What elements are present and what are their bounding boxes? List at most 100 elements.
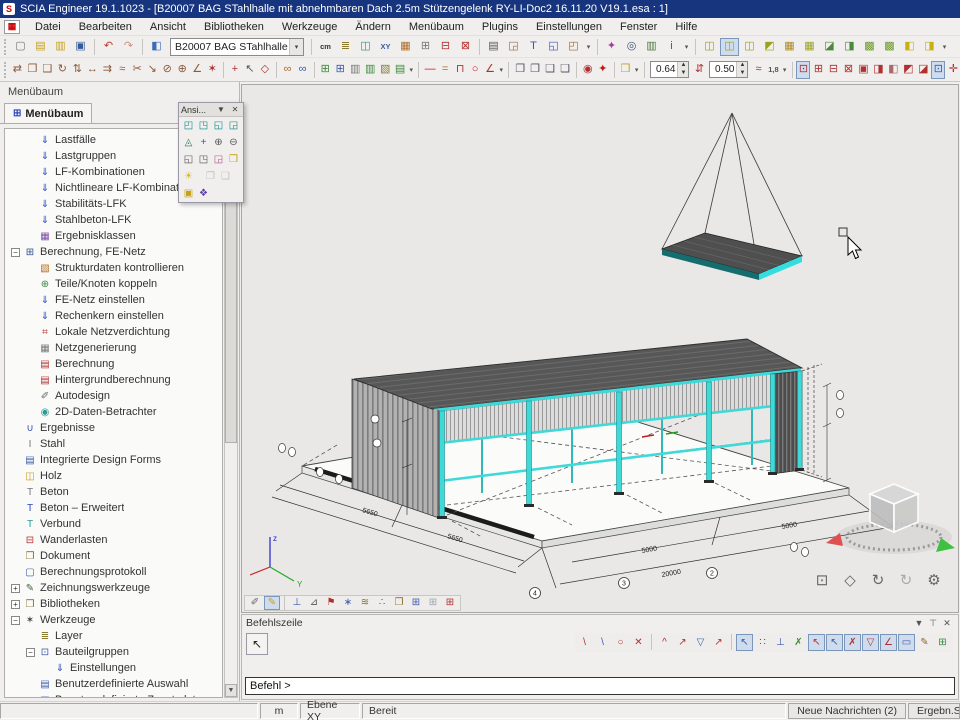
copy-page-icon-3[interactable]: ❑ — [543, 61, 557, 79]
book-icon[interactable]: ❐ — [391, 596, 407, 610]
snap-line-icon[interactable]: \ — [576, 634, 593, 651]
swap-scale-icon[interactable]: ⇵ — [692, 61, 706, 79]
view-window-icon-7[interactable]: ◪ — [820, 38, 839, 56]
open-folder-icon[interactable]: ❒ — [618, 61, 632, 79]
copy-page-icon-2[interactable]: ❐ — [528, 61, 542, 79]
menu-plugins[interactable]: Plugins — [473, 19, 527, 35]
table-edit-icon[interactable]: ▥ — [348, 61, 362, 79]
snap-plane-icon[interactable]: ▭ — [898, 634, 915, 651]
calculation-icon[interactable]: ⊟ — [436, 38, 455, 56]
stretch-icon[interactable]: ↔ — [85, 61, 99, 79]
bend-icon[interactable]: ≈ — [115, 61, 129, 79]
menu-einstellungen[interactable]: Einstellungen — [527, 19, 611, 35]
tree-item-holz[interactable]: ◫Holz — [5, 468, 222, 484]
command-input[interactable] — [246, 680, 954, 692]
light-icon[interactable]: ☀ — [181, 169, 196, 184]
member-view-icon-9[interactable]: ◪ — [916, 61, 930, 79]
snap-vertex-icon[interactable]: ▽ — [862, 634, 879, 651]
import-icon[interactable]: ▥ — [51, 38, 70, 56]
move-icon[interactable]: ⇄ — [10, 61, 24, 79]
menu-datei[interactable]: Datei — [26, 19, 70, 35]
save-icon[interactable]: ▣ — [71, 38, 90, 56]
tree-item-stahlbeton-lfk[interactable]: ⇓Stahlbeton-LFK — [5, 212, 222, 228]
snap-angle-icon[interactable]: ∠ — [880, 634, 897, 651]
open-project-icon[interactable]: ▤ — [31, 38, 50, 56]
tree-item-benutzerdefinierte-zusatzdaten[interactable]: ▨Benutzerdefinierte Zusatzdaten — [5, 692, 222, 698]
tree-item-autodesign[interactable]: ✐Autodesign — [5, 388, 222, 404]
spin-down-icon[interactable]: ▼ — [736, 70, 747, 78]
member-view-icon-1[interactable]: ⊡ — [796, 61, 810, 79]
tree-item-integrierte-design-forms[interactable]: ▤Integrierte Design Forms — [5, 452, 222, 468]
deform-scale-icon[interactable]: ≈ — [751, 61, 765, 79]
status-unit-field[interactable]: m — [260, 703, 298, 719]
search-document-icon[interactable]: ◎ — [622, 38, 641, 56]
tree-item-berechnungsprotokoll[interactable]: ▢Berechnungsprotokoll — [5, 564, 222, 580]
grid-light-icon[interactable]: ⊞ — [425, 596, 441, 610]
calculation2-icon[interactable]: ⊠ — [456, 38, 475, 56]
document-icon[interactable]: ◱ — [544, 38, 563, 56]
tree-item-beton-erweitert[interactable]: TBeton – Erweitert — [5, 500, 222, 516]
scale-bar-icon[interactable]: ⊿ — [306, 596, 322, 610]
grid-dot-icon[interactable]: ∷ — [754, 634, 771, 651]
status-plane-field[interactable]: Ebene XY — [300, 703, 360, 719]
labels-icon[interactable]: ∗ — [340, 596, 356, 610]
dropdown-arrow-icon[interactable]: ▾ — [584, 38, 593, 56]
select-move-icon[interactable]: + — [228, 61, 242, 79]
dropdown-arrow-icon[interactable]: ▾ — [781, 61, 787, 79]
fly-mode-icon[interactable]: ✦ — [596, 61, 610, 79]
rotate-icon[interactable]: ↻ — [55, 61, 69, 79]
menu-ändern[interactable]: Ändern — [346, 19, 399, 35]
select-lasso-icon[interactable]: ◇ — [258, 61, 272, 79]
grid-blue-icon[interactable]: ⊞ — [408, 596, 424, 610]
tree-item-verbund[interactable]: TVerbund — [5, 516, 222, 532]
render-wire-icon[interactable]: ✐ — [247, 596, 263, 610]
redo-icon[interactable]: ↷ — [119, 38, 138, 56]
tree-expand-icon[interactable]: + — [11, 584, 20, 593]
snap-edit-icon[interactable]: ✎ — [916, 634, 933, 651]
workspace-panel-icon[interactable]: ◧ — [147, 38, 166, 56]
viewport-3d-scene[interactable]: 5650 5650 5000 5000 20000 4 3 2 — [242, 85, 958, 612]
print-icon[interactable]: ▤ — [484, 38, 503, 56]
selection-cursor-button[interactable]: ↖ — [246, 633, 268, 655]
tree-item-lokale-netzverdichtung[interactable]: ⌗Lokale Netzverdichtung — [5, 324, 222, 340]
draw-circle-icon[interactable]: ○ — [468, 61, 482, 79]
select-cursor-icon[interactable]: ↖ — [243, 61, 257, 79]
scia-menu-logo-icon[interactable]: ▦ — [4, 20, 20, 34]
spin-up-icon[interactable]: ▲ — [677, 62, 688, 70]
view-top-icon[interactable]: ◰ — [181, 118, 196, 133]
tree-item-2d-daten-betrachter[interactable]: ◉2D-Daten-Betrachter — [5, 404, 222, 420]
table-view-icon[interactable]: ▥ — [363, 61, 377, 79]
activity-icon[interactable]: ◫ — [356, 38, 375, 56]
hanging-roof-panel[interactable] — [662, 113, 802, 280]
view-cube-icon[interactable]: ◇ — [840, 570, 860, 590]
table-results-icon[interactable]: ⊞ — [333, 61, 347, 79]
zoom-selection-icon[interactable]: ◲ — [211, 152, 226, 167]
view-front-icon[interactable]: ◳ — [196, 118, 211, 133]
property-table-icon[interactable]: ▧ — [378, 61, 392, 79]
tree-item-beton[interactable]: TBeton — [5, 484, 222, 500]
render-shaded-icon[interactable]: ✎ — [264, 596, 280, 610]
tree-item-berechnung[interactable]: ▤Berechnung — [5, 356, 222, 372]
member-view-icon-5[interactable]: ▣ — [856, 61, 870, 79]
picture-icon[interactable]: ◰ — [564, 38, 583, 56]
tree-item-benutzerdefinierte-auswahl[interactable]: ▤Benutzerdefinierte Auswahl — [5, 676, 222, 692]
unlink-members-icon[interactable]: ∞ — [296, 61, 310, 79]
view-window-icon-2[interactable]: ◫ — [720, 38, 739, 56]
break-icon[interactable]: ⊘ — [160, 61, 174, 79]
title-bar[interactable]: S SCIA Engineer 19.1.1023 - [B20007 BAG … — [0, 0, 960, 18]
statistics-icon[interactable]: ▥ — [642, 38, 661, 56]
snap-point-icon[interactable]: ↗ — [710, 634, 727, 651]
tree-collapse-icon[interactable]: − — [26, 648, 35, 657]
grid-red-icon[interactable]: ⊞ — [442, 596, 458, 610]
undo-icon[interactable]: ↶ — [99, 38, 118, 56]
clipboard-icon[interactable]: ▦ — [396, 38, 415, 56]
view-window-icon-9[interactable]: ▩ — [860, 38, 879, 56]
view-window-icon-3[interactable]: ◫ — [740, 38, 759, 56]
copy-page-icon-4[interactable]: ❑ — [558, 61, 572, 79]
zoom-out-icon[interactable]: ⊖ — [226, 135, 241, 150]
menu-menübaum[interactable]: Menübaum — [400, 19, 473, 35]
snap-node-icon[interactable]: ^ — [656, 634, 673, 651]
print-preview-icon[interactable]: ◲ — [504, 38, 523, 56]
results-service-button[interactable]: Ergebn.S — [908, 703, 960, 719]
trim-icon[interactable]: ✂ — [130, 61, 144, 79]
